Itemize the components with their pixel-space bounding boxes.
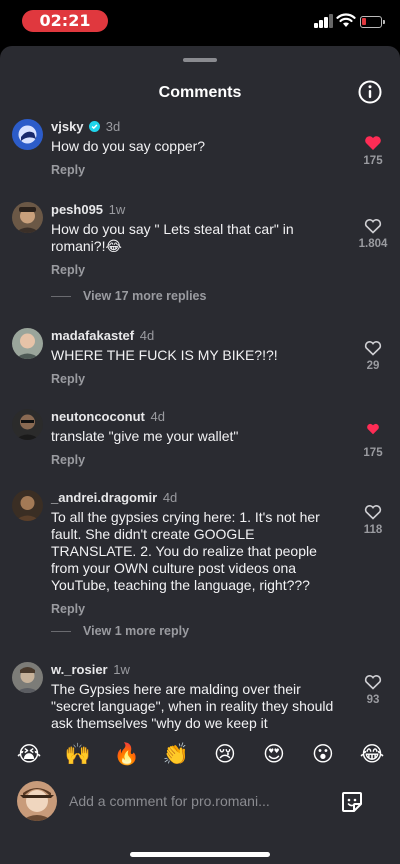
comment-text: WHERE THE FUCK IS MY BIKE?!?! (51, 347, 278, 363)
reply-button[interactable]: Reply (51, 453, 343, 467)
like-button[interactable]: 29 (352, 328, 394, 372)
comment-username[interactable]: vjsky (51, 119, 84, 134)
avatar[interactable] (12, 119, 43, 150)
like-count: 29 (366, 360, 380, 372)
emoji-button[interactable]: 😍 (260, 740, 288, 768)
like-count: 175 (363, 447, 383, 459)
avatar[interactable] (12, 409, 43, 440)
heart-icon (365, 136, 381, 150)
comment-age: 1w (108, 202, 126, 217)
comment-input[interactable] (69, 784, 339, 818)
comment-age: 4d (150, 409, 165, 424)
emoji-quick-bar: 😭 🙌 🔥 👏 😢 😍 😮 😂 (0, 740, 400, 768)
like-button[interactable]: 175 (352, 409, 394, 459)
like-button[interactable]: 93 (352, 662, 394, 706)
comment-username[interactable]: madafakastef (51, 328, 134, 343)
comment-age: 1w (113, 662, 130, 677)
home-indicator[interactable] (130, 852, 270, 857)
reply-button[interactable]: Reply (51, 163, 343, 177)
like-count: 118 (363, 524, 383, 536)
avatar[interactable] (12, 328, 43, 359)
signal-icon (314, 14, 334, 28)
comment-username[interactable]: pesh095 (51, 202, 103, 217)
heart-icon (364, 341, 382, 356)
comment-text: translate "give me your wallet" (51, 428, 239, 444)
battery-icon (360, 16, 385, 28)
comment-text: How do you say copper? (51, 138, 206, 154)
comment-age: 3d (105, 119, 121, 134)
view-more-replies-label: View 1 more reply (83, 624, 190, 638)
status-time[interactable]: 02:21 (22, 10, 108, 32)
avatar[interactable] (12, 662, 43, 693)
reply-button[interactable]: Reply (51, 602, 343, 616)
comment-text: To all the gypsies crying here: 1. It's … (51, 509, 320, 593)
emoji-button[interactable]: 👏 (162, 740, 190, 768)
comment-age: 4d (162, 490, 178, 505)
heart-icon (364, 219, 382, 234)
like-count: 175 (363, 155, 383, 167)
wifi-icon (336, 13, 356, 27)
reply-button[interactable]: Reply (51, 263, 343, 277)
sheet-title: Comments (158, 84, 242, 101)
like-button[interactable]: 118 (352, 490, 394, 536)
view-more-replies-button[interactable]: View 1 more reply (51, 624, 351, 638)
comment-username[interactable]: _andrei.dragomir (51, 490, 157, 505)
comment-age: 4d (139, 328, 155, 343)
comment-text: The Gypsies here are malding over their … (51, 681, 334, 731)
like-button[interactable]: 1.804 (352, 202, 394, 250)
view-more-replies-label: View 17 more replies (83, 289, 207, 303)
emoji-button[interactable]: 🔥 (113, 740, 141, 768)
like-count: 93 (366, 694, 380, 706)
view-more-replies-button[interactable]: View 17 more replies (51, 289, 351, 303)
sheet-grabber[interactable] (183, 58, 217, 62)
emoji-button[interactable]: 😮 (309, 740, 337, 768)
comment-username[interactable]: w._rosier (51, 662, 108, 677)
heart-icon (364, 675, 382, 690)
comment-text: How do you say " Lets steal that car" in… (51, 221, 294, 254)
info-icon[interactable] (358, 80, 382, 104)
avatar[interactable] (12, 202, 43, 233)
emoji-button[interactable]: 🙌 (64, 740, 92, 768)
avatar[interactable] (17, 781, 57, 821)
verified-icon (89, 121, 101, 132)
like-count: 1.804 (358, 238, 388, 250)
emoji-button[interactable]: 😂 (358, 740, 386, 768)
like-button[interactable]: 175 (352, 119, 394, 167)
sticker-icon[interactable] (340, 790, 364, 814)
emoji-button[interactable]: 😭 (15, 740, 43, 768)
reply-button[interactable]: Reply (51, 372, 343, 386)
emoji-button[interactable]: 😢 (211, 740, 239, 768)
comment-username[interactable]: neutoncoconut (51, 409, 145, 424)
heart-icon (364, 505, 382, 520)
status-bar: 02:21 (0, 0, 400, 44)
avatar[interactable] (12, 490, 43, 521)
comments-sheet: Comments vjsky 3d How do you say copper?… (0, 46, 400, 864)
comment-composer (0, 772, 400, 864)
heart-icon (367, 423, 379, 435)
